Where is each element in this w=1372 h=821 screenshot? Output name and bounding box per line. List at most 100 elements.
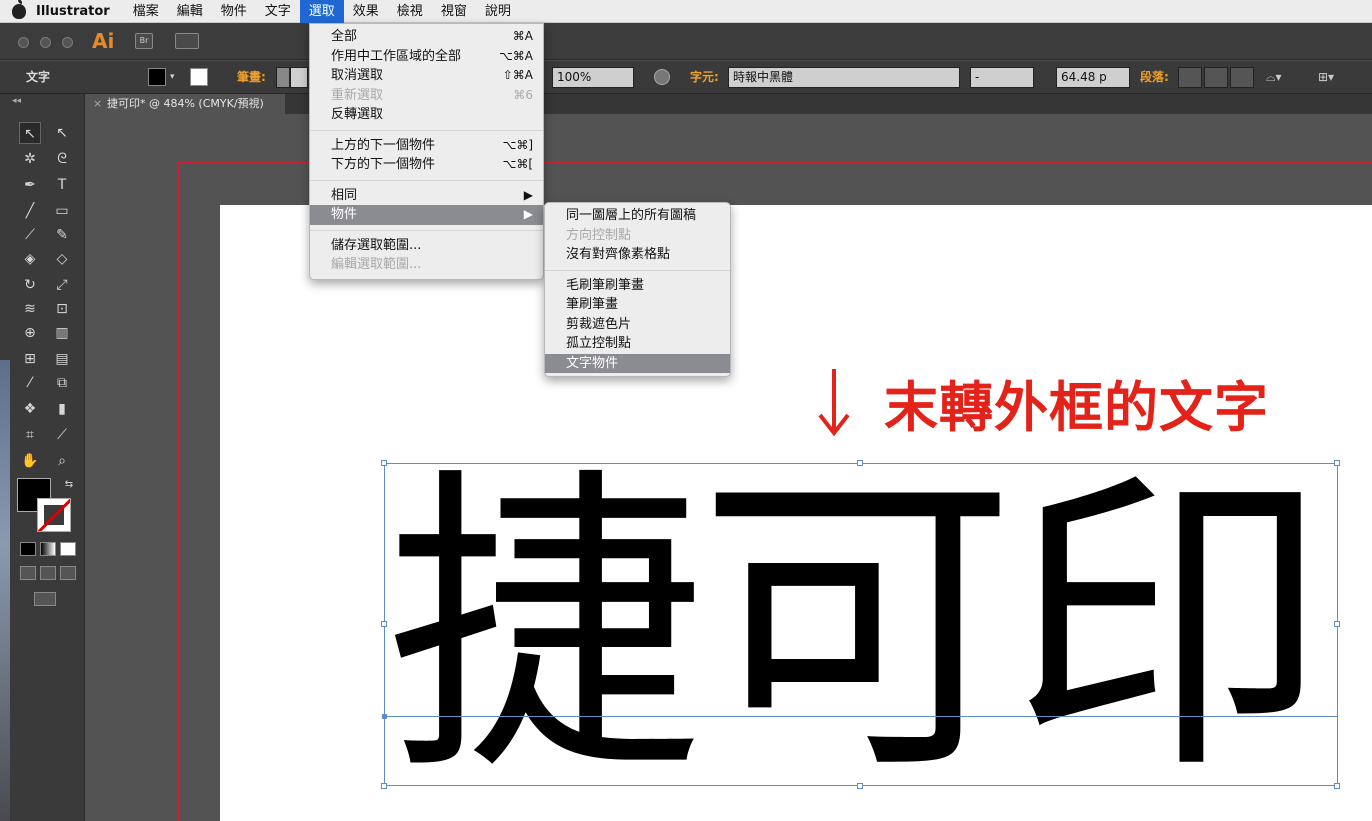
bridge-button[interactable]: Br (135, 33, 153, 49)
selection-tool-icon[interactable]: ↖ (19, 122, 41, 144)
transform-icon[interactable]: ⊞▾ (1318, 67, 1348, 88)
shape-builder-tool-icon[interactable]: ⊕ (19, 322, 41, 344)
blend-tool-icon[interactable]: ⧉ (51, 372, 73, 394)
menu-file[interactable]: 檔案 (124, 0, 168, 23)
arrange-documents-icon[interactable] (175, 33, 199, 49)
document-tab[interactable]: × 捷可印* @ 484% (CMYK/預視) (85, 94, 285, 114)
submenu-item-bristle-brush-strokes[interactable]: 毛刷筆刷筆畫 (545, 276, 730, 296)
gradient-mode-button[interactable] (40, 542, 56, 556)
submenu-item-stray-points[interactable]: 孤立控制點 (545, 334, 730, 354)
hand-tool-icon[interactable]: ✋ (19, 450, 41, 472)
pen-tool-icon[interactable]: ✒ (19, 174, 41, 196)
column-graph-tool-icon[interactable]: ▮ (51, 398, 73, 420)
fill-color-swatch[interactable] (148, 68, 166, 86)
direct-selection-tool-icon[interactable]: ↖ (51, 122, 73, 144)
recolor-icon[interactable] (654, 69, 670, 85)
eraser-tool-icon[interactable]: ◇ (51, 248, 73, 270)
scale-tool-icon[interactable]: ⤢ (51, 274, 73, 296)
align-center-button[interactable] (1204, 67, 1228, 88)
align-right-button[interactable] (1230, 67, 1254, 88)
menu-select[interactable]: 選取 (299, 0, 344, 23)
menu-window[interactable]: 視窗 (432, 0, 476, 23)
rotate-tool-icon[interactable]: ↻ (19, 274, 41, 296)
font-size-dropdown[interactable]: 64.48 p (1056, 67, 1130, 88)
draw-inside-button[interactable] (60, 566, 76, 580)
lasso-tool-icon[interactable]: ᘓ (51, 148, 73, 170)
menu-item-deselect[interactable]: 取消選取 ⇧⌘A (310, 66, 543, 86)
menu-edit[interactable]: 編輯 (168, 0, 212, 23)
stroke-color-swatch[interactable] (190, 68, 208, 86)
character-label[interactable]: 字元: (690, 67, 719, 88)
mesh-tool-icon[interactable]: ⊞ (19, 348, 41, 370)
menu-item-same[interactable]: 相同 ▶ (310, 186, 543, 206)
stroke-weight-stepper[interactable] (276, 67, 290, 88)
color-mode-button[interactable] (20, 542, 36, 556)
fill-dropdown-arrow-icon[interactable]: ▾ (170, 67, 175, 88)
font-style-dropdown[interactable]: - (970, 67, 1034, 88)
stroke-label[interactable]: 筆畫: (237, 67, 266, 88)
pencil-tool-icon[interactable]: ✎ (51, 224, 73, 246)
menu-item-all[interactable]: 全部 ⌘A (310, 27, 543, 47)
close-window-icon[interactable] (18, 37, 29, 48)
apple-icon[interactable] (12, 0, 26, 19)
symbol-sprayer-tool-icon[interactable]: ❖ (19, 398, 41, 420)
screen-mode-button[interactable] (34, 592, 56, 606)
font-family-dropdown[interactable]: 時報中黑體 (728, 67, 960, 88)
menu-item-save-selection[interactable]: 儲存選取範圍... (310, 236, 543, 256)
opacity-dropdown[interactable]: 100% (552, 67, 634, 88)
handle-bottom-right[interactable] (1334, 783, 1340, 789)
stroke-weight-input[interactable] (290, 67, 308, 88)
menu-view[interactable]: 檢視 (388, 0, 432, 23)
menu-effect[interactable]: 效果 (344, 0, 388, 23)
magic-wand-tool-icon[interactable]: ✲ (19, 148, 41, 170)
handle-top-center[interactable] (857, 460, 863, 466)
handle-bottom-center[interactable] (857, 783, 863, 789)
type-tool-icon[interactable]: T (51, 174, 73, 196)
handle-bottom-left[interactable] (381, 783, 387, 789)
warp-text-icon[interactable]: ⌓▾ (1266, 67, 1296, 88)
handle-top-right[interactable] (1334, 460, 1340, 466)
artboard-tool-icon[interactable]: ⌗ (19, 424, 41, 446)
paintbrush-tool-icon[interactable]: ⟋ (19, 224, 41, 246)
submenu-item-all-on-same-layer[interactable]: 同一圖層上的所有圖稿 (545, 206, 730, 226)
align-left-button[interactable] (1178, 67, 1202, 88)
width-tool-icon[interactable]: ≋ (19, 298, 41, 320)
submenu-item-brush-strokes[interactable]: 筆刷筆畫 (545, 295, 730, 315)
handle-middle-left[interactable] (381, 621, 387, 627)
menu-object[interactable]: 物件 (212, 0, 256, 23)
gradient-tool-icon[interactable]: ▤ (51, 348, 73, 370)
slice-tool-icon[interactable]: ⟋ (51, 424, 73, 446)
menu-type[interactable]: 文字 (256, 0, 300, 23)
menu-help[interactable]: 說明 (476, 0, 520, 23)
submenu-item-text-objects[interactable]: 文字物件 (545, 353, 730, 373)
menu-item-next-object-above[interactable]: 上方的下一個物件 ⌥⌘] (310, 136, 543, 156)
menu-item-inverse[interactable]: 反轉選取 (310, 105, 543, 125)
draw-behind-button[interactable] (40, 566, 56, 580)
app-name-menu[interactable]: Illustrator (36, 4, 110, 19)
handle-top-left[interactable] (381, 460, 387, 466)
selection-bounding-box[interactable] (384, 463, 1338, 786)
draw-normal-button[interactable] (20, 566, 36, 580)
graph-tool-icon[interactable]: ▥ (51, 322, 73, 344)
eyedropper-tool-icon[interactable]: ⁄ (19, 372, 41, 394)
swap-colors-icon[interactable]: ⇆ (58, 474, 80, 496)
submenu-item-clipping-masks[interactable]: 剪裁遮色片 (545, 315, 730, 335)
zoom-tool-icon[interactable]: ⌕ (51, 450, 73, 472)
illustrator-logo: Ai (92, 29, 115, 53)
handle-middle-right[interactable] (1334, 621, 1340, 627)
menu-item-object[interactable]: 物件 ▶ (310, 205, 543, 225)
line-tool-icon[interactable]: ╱ (19, 200, 41, 222)
menu-item-all-on-active-artboard[interactable]: 作用中工作區域的全部 ⌥⌘A (310, 47, 543, 67)
rectangle-tool-icon[interactable]: ▭ (51, 200, 73, 222)
collapse-panel-icon[interactable]: ◂◂ (12, 96, 21, 106)
none-mode-button[interactable] (60, 542, 76, 556)
free-transform-tool-icon[interactable]: ⊡ (51, 298, 73, 320)
stroke-color-box[interactable] (37, 498, 71, 532)
blob-brush-tool-icon[interactable]: ◈ (19, 248, 41, 270)
submenu-item-not-aligned-to-pixel-grid[interactable]: 沒有對齊像素格點 (545, 245, 730, 265)
zoom-window-icon[interactable] (62, 37, 73, 48)
minimize-window-icon[interactable] (40, 37, 51, 48)
paragraph-label[interactable]: 段落: (1140, 67, 1169, 88)
menu-item-next-object-below[interactable]: 下方的下一個物件 ⌥⌘[ (310, 155, 543, 175)
close-tab-icon[interactable]: × (93, 94, 102, 114)
